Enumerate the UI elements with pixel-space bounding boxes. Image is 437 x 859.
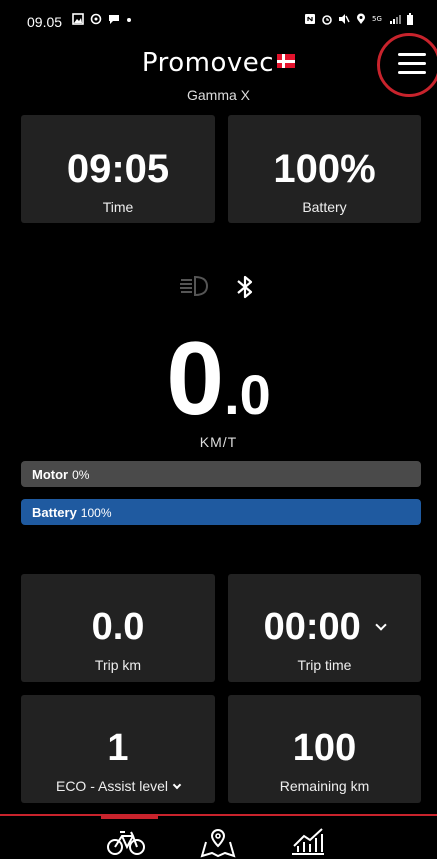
brand-name: Promovec <box>141 48 275 78</box>
remaining-km-label: Remaining km <box>279 778 370 794</box>
motor-value: 0% <box>72 468 90 482</box>
mute-icon <box>339 14 350 24</box>
assist-level-label-wrap: ECO - Assist level <box>21 778 215 794</box>
motor-label: Motor <box>32 467 69 482</box>
trip-time-value-wrap: 00:00 <box>228 606 421 649</box>
danish-flag-icon <box>277 54 296 68</box>
battery-value: 100% <box>273 147 376 191</box>
battery-label: Battery <box>302 199 347 215</box>
gallery-icon <box>72 13 84 25</box>
status-right-icons: 5G <box>304 13 414 25</box>
motor-assist-bar: Motor 0% <box>21 461 421 487</box>
battery-bar-title: Battery <box>32 505 77 520</box>
trip-time-tile[interactable]: 00:00 Trip time <box>228 574 421 682</box>
speed-decimal: .0 <box>224 363 271 426</box>
remaining-km-tile: 100 Remaining km <box>228 695 421 803</box>
bicycle-icon[interactable] <box>106 826 146 858</box>
status-left-icons <box>72 13 132 25</box>
status-time: 09.05 <box>27 14 63 30</box>
hamburger-menu-icon <box>398 53 426 56</box>
trip-km-label: Trip km <box>94 657 142 673</box>
bluetooth-icon[interactable] <box>235 273 255 301</box>
sync-icon <box>90 13 102 25</box>
status-bar: 09.05 5G <box>0 0 437 38</box>
assist-level-label: ECO - Assist level <box>55 778 169 794</box>
time-value: 09:05 <box>66 147 170 191</box>
battery-bar-label: Battery 100% <box>32 505 112 520</box>
assist-level-value: 1 <box>107 727 129 769</box>
time-label: Time <box>102 199 134 215</box>
motor-bar-label: Motor 0% <box>32 467 89 482</box>
map-icon[interactable] <box>198 826 238 858</box>
chevron-down-icon[interactable] <box>172 780 182 790</box>
speed-unit: KM/T <box>199 434 238 450</box>
alarm-icon <box>322 15 332 25</box>
hamburger-menu-button[interactable] <box>377 33 437 97</box>
signal-icon <box>390 15 401 24</box>
brand-logo: Promovec <box>0 48 437 78</box>
trip-time-label: Trip time <box>297 657 352 673</box>
assist-level-tile[interactable]: 1 ECO - Assist level <box>21 695 215 803</box>
battery-icon <box>407 13 413 25</box>
chat-icon <box>109 15 119 24</box>
bottom-navigation <box>0 814 437 859</box>
trip-time-value: 00:00 <box>263 606 361 648</box>
chevron-down-icon[interactable] <box>375 619 388 631</box>
nfc-icon <box>305 14 315 24</box>
trip-km-tile: 0.0 Trip km <box>21 574 215 682</box>
svg-text:5G: 5G <box>372 15 382 23</box>
battery-level-bar: Battery 100% <box>21 499 421 525</box>
remaining-km-value: 100 <box>292 727 357 769</box>
statistics-icon[interactable] <box>288 826 328 858</box>
hamburger-line <box>398 71 426 74</box>
location-icon <box>357 13 365 24</box>
5g-icon: 5G <box>372 15 382 23</box>
battery-bar-value: 100% <box>80 506 112 520</box>
active-tab-indicator <box>101 815 158 819</box>
dot-icon <box>127 18 131 22</box>
trip-km-value: 0.0 <box>91 606 145 648</box>
battery-tile: 100% Battery <box>228 115 421 223</box>
time-tile: 09:05 Time <box>21 115 215 223</box>
hamburger-line <box>398 62 426 65</box>
speed-display: 0.0 <box>0 320 437 439</box>
bike-model: Gamma X <box>186 87 250 103</box>
speed-integer: 0 <box>166 321 225 437</box>
headlight-icon[interactable] <box>177 274 213 298</box>
